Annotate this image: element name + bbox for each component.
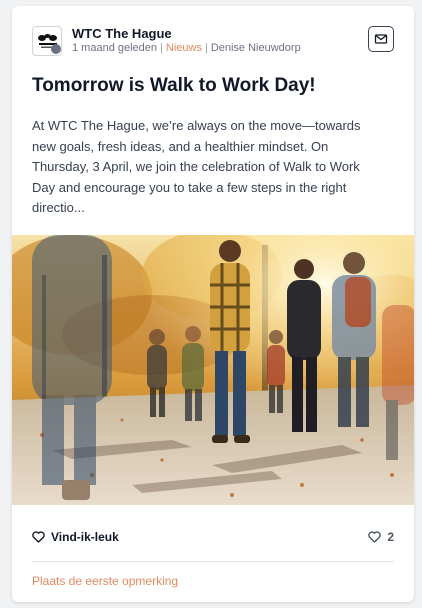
post-meta: 1 maand geleden | Nieuws | Denise Nieuwdorp [72, 42, 301, 54]
author-avatar[interactable] [32, 26, 62, 56]
like-button[interactable]: Vind-ik-leuk [32, 530, 119, 544]
post-time: 1 maand geleden [72, 42, 158, 54]
author-name[interactable]: WTC The Hague [72, 26, 172, 41]
post-header: WTC The Hague 1 maand geleden | Nieuws | Den… [32, 26, 394, 56]
divider [32, 561, 394, 562]
walking-people-image [12, 235, 414, 505]
wtc-logo-icon [38, 34, 61, 54]
like-count-value: 2 [387, 530, 394, 544]
meta-separator: | [204, 42, 208, 54]
post-poster[interactable]: Denise Nieuwdorp [211, 42, 301, 54]
heart-icon [368, 531, 382, 543]
post-actions: Vind-ik-leuk 2 [32, 530, 394, 550]
like-label: Vind-ik-leuk [51, 530, 119, 544]
like-count[interactable]: 2 [368, 530, 394, 544]
post-image[interactable] [12, 235, 414, 505]
mail-icon [374, 34, 388, 44]
share-mail-button[interactable] [368, 26, 394, 52]
post-excerpt: At WTC The Hague, we’re always on the mo… [32, 118, 361, 215]
add-comment-link[interactable]: Plaats de eerste opmerking [32, 574, 178, 588]
post-title[interactable]: Tomorrow is Walk to Work Day! [32, 74, 394, 98]
heart-icon [32, 531, 45, 543]
meta-separator: | [160, 42, 163, 54]
post-category[interactable]: Nieuws [166, 42, 202, 54]
post-card: WTC The Hague 1 maand geleden | Nieuws | Den… [12, 6, 414, 602]
